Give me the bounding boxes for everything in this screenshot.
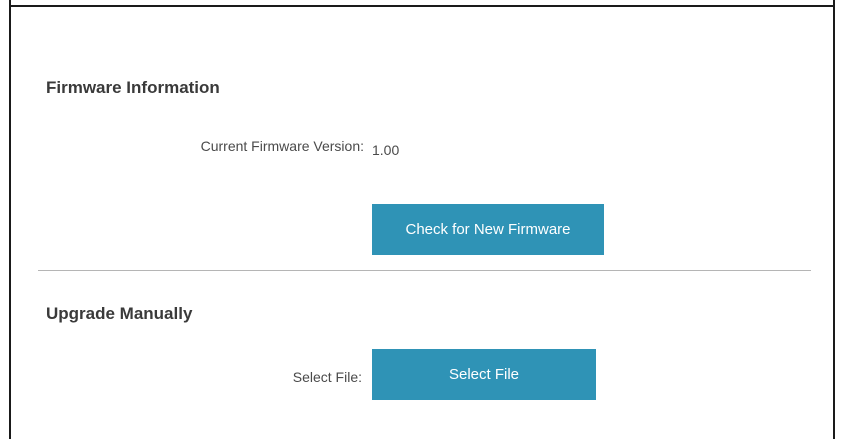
section-divider — [38, 270, 811, 271]
current-firmware-version-value: 1.00 — [372, 142, 400, 158]
panel-border-right — [833, 0, 835, 439]
current-firmware-version-label: Current Firmware Version: — [200, 138, 364, 154]
check-for-new-firmware-button[interactable]: Check for New Firmware — [372, 204, 604, 255]
upgrade-manually-heading: Upgrade Manually — [46, 304, 193, 323]
select-file-button[interactable]: Select File — [372, 349, 596, 400]
panel-border-left — [9, 0, 11, 439]
panel-border-top — [9, 5, 835, 7]
select-file-label: Select File: — [292, 369, 362, 385]
firmware-panel: Firmware Information Current Firmware Ve… — [0, 0, 846, 439]
firmware-information-heading: Firmware Information — [46, 78, 220, 97]
